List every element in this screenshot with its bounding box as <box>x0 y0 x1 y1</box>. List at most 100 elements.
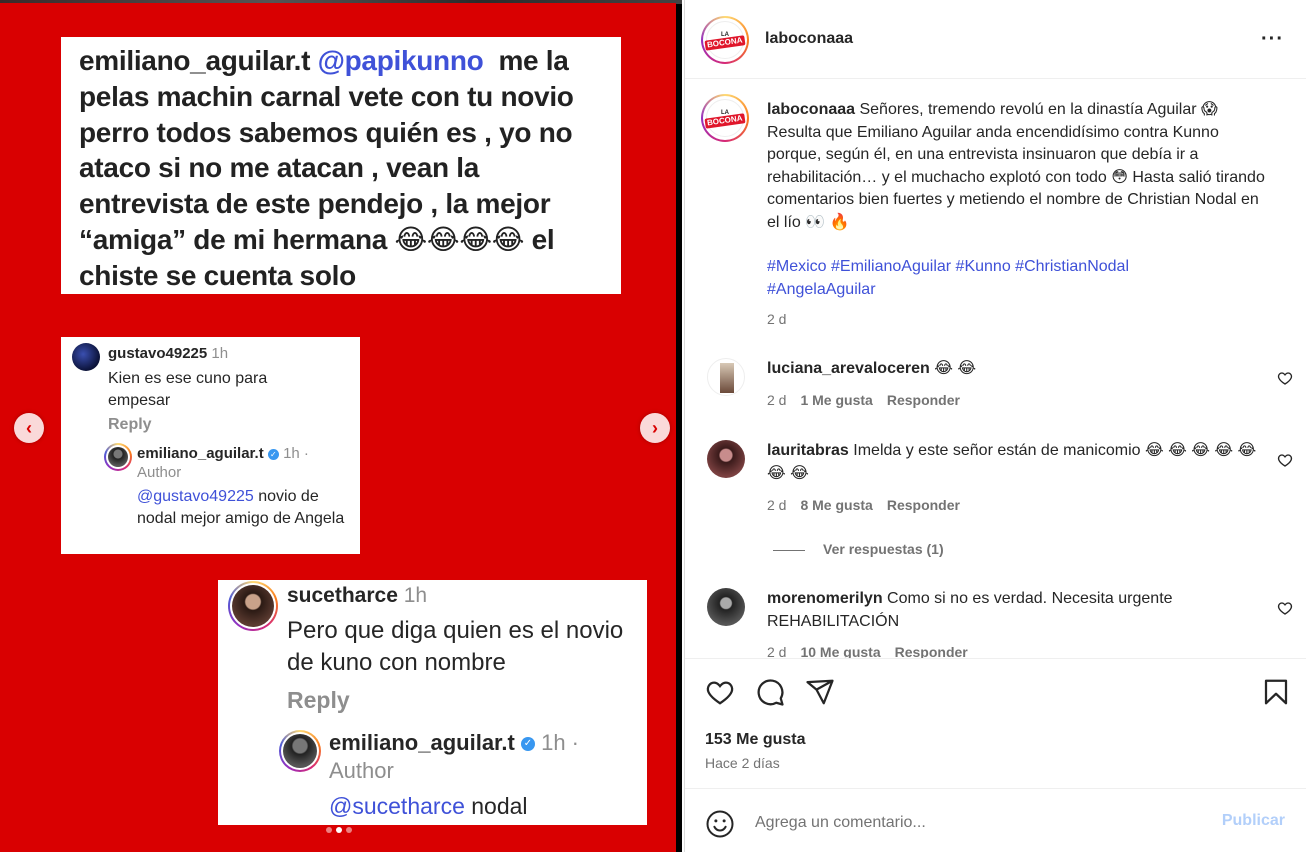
gustavo-author-label: Author <box>137 464 182 481</box>
gustavo-avatar <box>72 343 100 371</box>
main-quote: emiliano_aguilar.t @papikunno me la pela… <box>79 43 611 294</box>
la-bocona-logo: LA BOCONA <box>704 21 746 59</box>
comment-reply-button[interactable]: Responder <box>887 392 960 408</box>
comment-avatar[interactable] <box>707 588 745 626</box>
caption-username[interactable]: laboconaaa <box>767 101 855 118</box>
main-quote-mention: @papikunno <box>317 45 484 76</box>
account-username[interactable]: laboconaaa <box>765 30 853 48</box>
post-media: emiliano_aguilar.t @papikunno me la pela… <box>0 0 682 852</box>
sucetharce-reply-mention: @sucetharce <box>329 793 465 819</box>
avatar-photo <box>720 363 734 393</box>
likes-count[interactable]: 153 Me gusta <box>705 731 805 749</box>
post-side-panel: LA BOCONA laboconaaa ··· LA BOCONA labocon… <box>684 0 1306 852</box>
sucetharce-reply-text: nodal <box>471 793 528 819</box>
comments-scroll-area[interactable]: LA BOCONA laboconaaa Señores, tremendo re… <box>685 80 1306 658</box>
heart-icon[interactable] <box>1277 452 1293 468</box>
carousel-prev-button[interactable]: ‹ <box>14 413 44 443</box>
hashtag-angelaaguilar[interactable]: #AngelaAguilar <box>767 281 876 298</box>
more-options-icon[interactable]: ··· <box>1261 28 1284 51</box>
comment-likes[interactable]: 8 Me gusta <box>800 497 872 513</box>
gustavo-header: gustavo49225 1h <box>108 345 228 362</box>
gustavo-username: gustavo49225 <box>108 345 208 362</box>
sucetharce-reply-header: emiliano_aguilar.t ✓ 1h · <box>329 730 579 756</box>
main-quote-text: me la pelas machin carnal vete con tu no… <box>79 45 574 291</box>
carousel-dot <box>346 827 352 833</box>
screenshot-card-sucetharce: sucetharce 1h Pero que diga quien es el … <box>218 580 647 825</box>
view-replies-button[interactable]: Ver respuestas (1) <box>823 541 944 557</box>
hashtag-kunno[interactable]: #Kunno <box>956 258 1011 275</box>
caption-time: 2 d <box>767 311 787 327</box>
hashtag-mexico[interactable]: #Mexico <box>767 258 827 275</box>
gustavo-time: 1h <box>211 345 229 362</box>
comment-body: lauritabras Imelda y este señor están de… <box>767 440 1257 485</box>
screenshot-card-main: emiliano_aguilar.t @papikunno me la pela… <box>61 37 621 294</box>
comment-username[interactable]: lauritabras <box>767 442 849 459</box>
comment-input[interactable] <box>755 807 1215 839</box>
comment-likes[interactable]: 1 Me gusta <box>800 392 872 408</box>
comment-reply-button[interactable]: Responder <box>895 644 968 658</box>
comment-username[interactable]: luciana_arevaloceren <box>767 360 930 377</box>
comment-username[interactable]: morenomerilyn <box>767 590 883 607</box>
comment-text: 😂 😂 <box>934 360 977 377</box>
verified-icon: ✓ <box>267 448 279 460</box>
heart-icon[interactable] <box>1277 600 1293 616</box>
emiliano-avatar-small <box>104 443 132 471</box>
gustavo-reply-time: 1h · <box>283 445 309 462</box>
post-age: Hace 2 días <box>705 755 780 771</box>
carousel-next-button[interactable]: › <box>640 413 670 443</box>
hashtag-emilianoaguilar[interactable]: #EmilianoAguilar <box>831 258 951 275</box>
sucetharce-header: sucetharce 1h <box>287 584 427 608</box>
sucetharce-author-label: Author <box>329 758 394 783</box>
gustavo-reply-comment: @gustavo49225 novio de nodal mejor amigo… <box>137 486 357 529</box>
hashtag-christiannodal[interactable]: #ChristianNodal <box>1015 258 1129 275</box>
sucetharce-reply-time: 1h · <box>541 730 580 755</box>
sucetharce-reply-username: emiliano_aguilar.t <box>329 730 515 755</box>
caption-avatar[interactable]: LA BOCONA <box>701 94 749 142</box>
publish-button[interactable]: Publicar <box>1222 812 1285 830</box>
chevron-right-icon: › <box>652 417 658 438</box>
caption: laboconaaa Señores, tremendo revolú en l… <box>767 99 1267 234</box>
carousel-slide: emiliano_aguilar.t @papikunno me la pela… <box>0 3 676 852</box>
add-comment-bar: Publicar <box>685 788 1306 852</box>
heart-icon[interactable] <box>705 677 735 707</box>
la-bocona-logo: LA BOCONA <box>704 99 746 137</box>
verified-icon: ✓ <box>520 737 535 752</box>
comment-meta: 2 d 10 Me gusta Responder <box>767 644 968 658</box>
sucetharce-reply-label: Reply <box>287 687 350 713</box>
comment-avatar[interactable] <box>707 440 745 478</box>
sucetharce-avatar <box>228 581 278 631</box>
emoji-icon[interactable] <box>705 809 735 839</box>
heart-icon[interactable] <box>1277 370 1293 386</box>
comment-likes[interactable]: 10 Me gusta <box>800 644 880 658</box>
sucetharce-reply-comment: @sucetharce nodal <box>329 791 639 821</box>
post-actions: 153 Me gusta Hace 2 días <box>685 658 1306 788</box>
comment-time: 2 d <box>767 392 787 408</box>
logo-bottom-text: BOCONA <box>704 35 746 51</box>
gustavo-reply-mention: @gustavo49225 <box>137 488 254 505</box>
share-icon[interactable] <box>805 677 835 707</box>
comment-icon[interactable] <box>755 677 785 707</box>
comment-body: luciana_arevaloceren 😂 😂 <box>767 358 1257 381</box>
comment-avatar[interactable] <box>707 358 745 396</box>
logo-bottom-text: BOCONA <box>704 113 746 129</box>
sucetharce-username: sucetharce <box>287 584 398 607</box>
emiliano-avatar-large <box>279 730 321 772</box>
comment-reply-button[interactable]: Responder <box>887 497 960 513</box>
comment-time: 2 d <box>767 644 787 658</box>
chevron-left-icon: ‹ <box>26 417 32 438</box>
comment-time: 2 d <box>767 497 787 513</box>
screenshot-card-gustavo: gustavo49225 1h Kien es ese cuno para em… <box>61 337 360 554</box>
carousel-dot <box>326 827 332 833</box>
sucetharce-time: 1h <box>403 584 428 607</box>
gustavo-reply-username: emiliano_aguilar.t <box>137 445 264 462</box>
gustavo-reply-label: Reply <box>108 416 152 433</box>
caption-hashtags: #Mexico #EmilianoAguilar #Kunno #Christi… <box>767 256 1207 301</box>
carousel-dots <box>326 827 352 833</box>
main-quote-username: emiliano_aguilar.t <box>79 45 311 76</box>
bookmark-icon[interactable] <box>1261 677 1291 707</box>
gustavo-reply-header: emiliano_aguilar.t ✓ 1h · <box>137 445 309 462</box>
comment-body: morenomerilyn Como si no es verdad. Nece… <box>767 588 1257 633</box>
carousel-dot-active <box>336 827 342 833</box>
comment-meta: 2 d 1 Me gusta Responder <box>767 392 960 408</box>
account-avatar[interactable]: LA BOCONA <box>701 16 749 64</box>
